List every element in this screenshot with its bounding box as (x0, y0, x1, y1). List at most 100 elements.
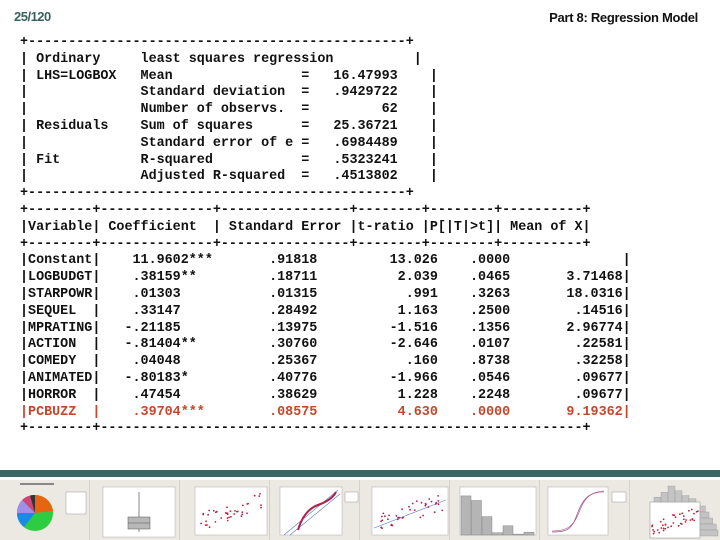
table-row: |MPRATING| -.21185 .13975 -1.516 .1356 2… (20, 320, 631, 336)
scatter-point (420, 501, 423, 504)
summary-row: | Fit R-squared = .5323241 | (20, 152, 438, 168)
scatter-point (661, 524, 664, 527)
scatter-point (693, 512, 695, 515)
pie-chart-thumbnail (0, 480, 90, 540)
table-row: |ACTION | -.81404** .30760 -2.646 .0107 … (20, 337, 631, 353)
scatter-point (674, 516, 677, 519)
scatter-point (228, 516, 230, 519)
scatter-point (427, 506, 430, 508)
marginal-bar (699, 529, 719, 537)
scatter-point (230, 515, 232, 518)
page-number: 25/120 (14, 9, 51, 24)
table-header-row: |Variable| Coefficient | Standard Error … (20, 219, 591, 235)
scatter-point (390, 523, 393, 526)
thumbnail-strip (0, 480, 720, 540)
scatter-point (682, 518, 685, 521)
scatter-point (208, 509, 211, 512)
scatter-point (246, 512, 248, 515)
scatter-point (667, 526, 669, 529)
scatter-point (202, 512, 205, 515)
scatter-point (259, 493, 261, 495)
probability-plot-icon (279, 486, 359, 536)
marginal-bar (699, 517, 713, 525)
scatter-point (240, 515, 243, 518)
scatter-point (388, 514, 390, 517)
scatter-point (419, 516, 422, 519)
marginal-bar (667, 485, 676, 503)
scatter-point (695, 510, 698, 513)
scatter-point (214, 521, 217, 523)
regression-summary-block: +---------------------------------------… (20, 35, 438, 203)
scatter-point (220, 517, 223, 519)
scatter-point (226, 513, 229, 516)
table-row: |LOGBUDGT| .38159** .18711 2.039 .0465 3… (20, 270, 631, 286)
summary-row: | Ordinary least squares regression | (20, 51, 422, 67)
summary-row: | LHS=LOGBOX Mean = 16.47993 | (20, 68, 438, 84)
scatter-point (381, 515, 383, 518)
scatter-point (413, 509, 416, 511)
scatter-point (658, 531, 661, 534)
scatter-point (679, 522, 682, 525)
scatter-point (664, 527, 667, 530)
scatter-point (415, 500, 418, 502)
scatter-point (662, 518, 665, 521)
scatter-point (677, 524, 680, 527)
scatter-point (382, 512, 385, 515)
thumb-title-mark (20, 483, 54, 485)
scatter-point (422, 514, 424, 517)
scatter-point (258, 495, 261, 497)
scatter-point (664, 524, 667, 526)
table-row: |PCBUZZ | .39704*** .08575 4.630 .0000 9… (20, 404, 631, 420)
scatter-point (234, 510, 236, 512)
scatter-point (428, 498, 431, 500)
histogram-bar (513, 533, 524, 536)
scatter-point (226, 506, 228, 509)
marginal-plot-thumbnail (630, 480, 720, 540)
scatter-point (660, 527, 663, 529)
scatter-point (684, 521, 687, 523)
summary-border: +---------------------------------------… (20, 186, 414, 202)
scatter-point (437, 503, 440, 506)
scatter-point (672, 522, 675, 524)
table-border: +--------+--------------+---------------… (20, 203, 591, 218)
scatter-point (662, 529, 665, 532)
summary-row: | Number of observs. = 62 | (20, 102, 438, 118)
scatter-point (226, 517, 229, 519)
pie-slice (35, 494, 53, 513)
scatter-point (679, 513, 681, 516)
scatter-point (242, 504, 244, 507)
histogram-bar (460, 495, 472, 536)
marginal-bar (688, 498, 697, 503)
scatter-point (408, 505, 410, 508)
scatter-regression-icon (371, 486, 449, 536)
scatter-point (689, 519, 692, 521)
legend-box (65, 491, 87, 515)
scatter-point (206, 524, 208, 526)
scatter-point (685, 519, 687, 521)
scatter-point (395, 514, 398, 517)
scatter-point (229, 510, 232, 512)
table-border: +--------+------------------------------… (20, 421, 591, 437)
scatter-point (246, 503, 249, 505)
scatter-point (208, 526, 211, 529)
scatter-point (659, 520, 662, 523)
scatter-point (387, 518, 389, 521)
scatter-point (233, 513, 235, 515)
scatter-point (384, 515, 386, 518)
scatter-point (409, 508, 411, 511)
scatter-point (682, 515, 685, 518)
marginal-bar (681, 495, 690, 503)
scatter-point (401, 517, 404, 519)
scatter-point (434, 503, 437, 505)
scatter-point (688, 509, 690, 512)
scatter-point (241, 511, 244, 514)
slide-title: Part 8: Regression Model (549, 10, 698, 25)
cdf-plot-icon (547, 486, 627, 536)
scatter-point (653, 530, 656, 533)
scatter-point (424, 502, 427, 505)
scatter-point (652, 529, 654, 531)
table-row: |COMEDY | .04048 .25367 .160 .8738 .3225… (20, 354, 631, 370)
scatter-point (433, 511, 436, 514)
histogram-bar (481, 516, 493, 536)
marginal-bar (699, 505, 706, 513)
